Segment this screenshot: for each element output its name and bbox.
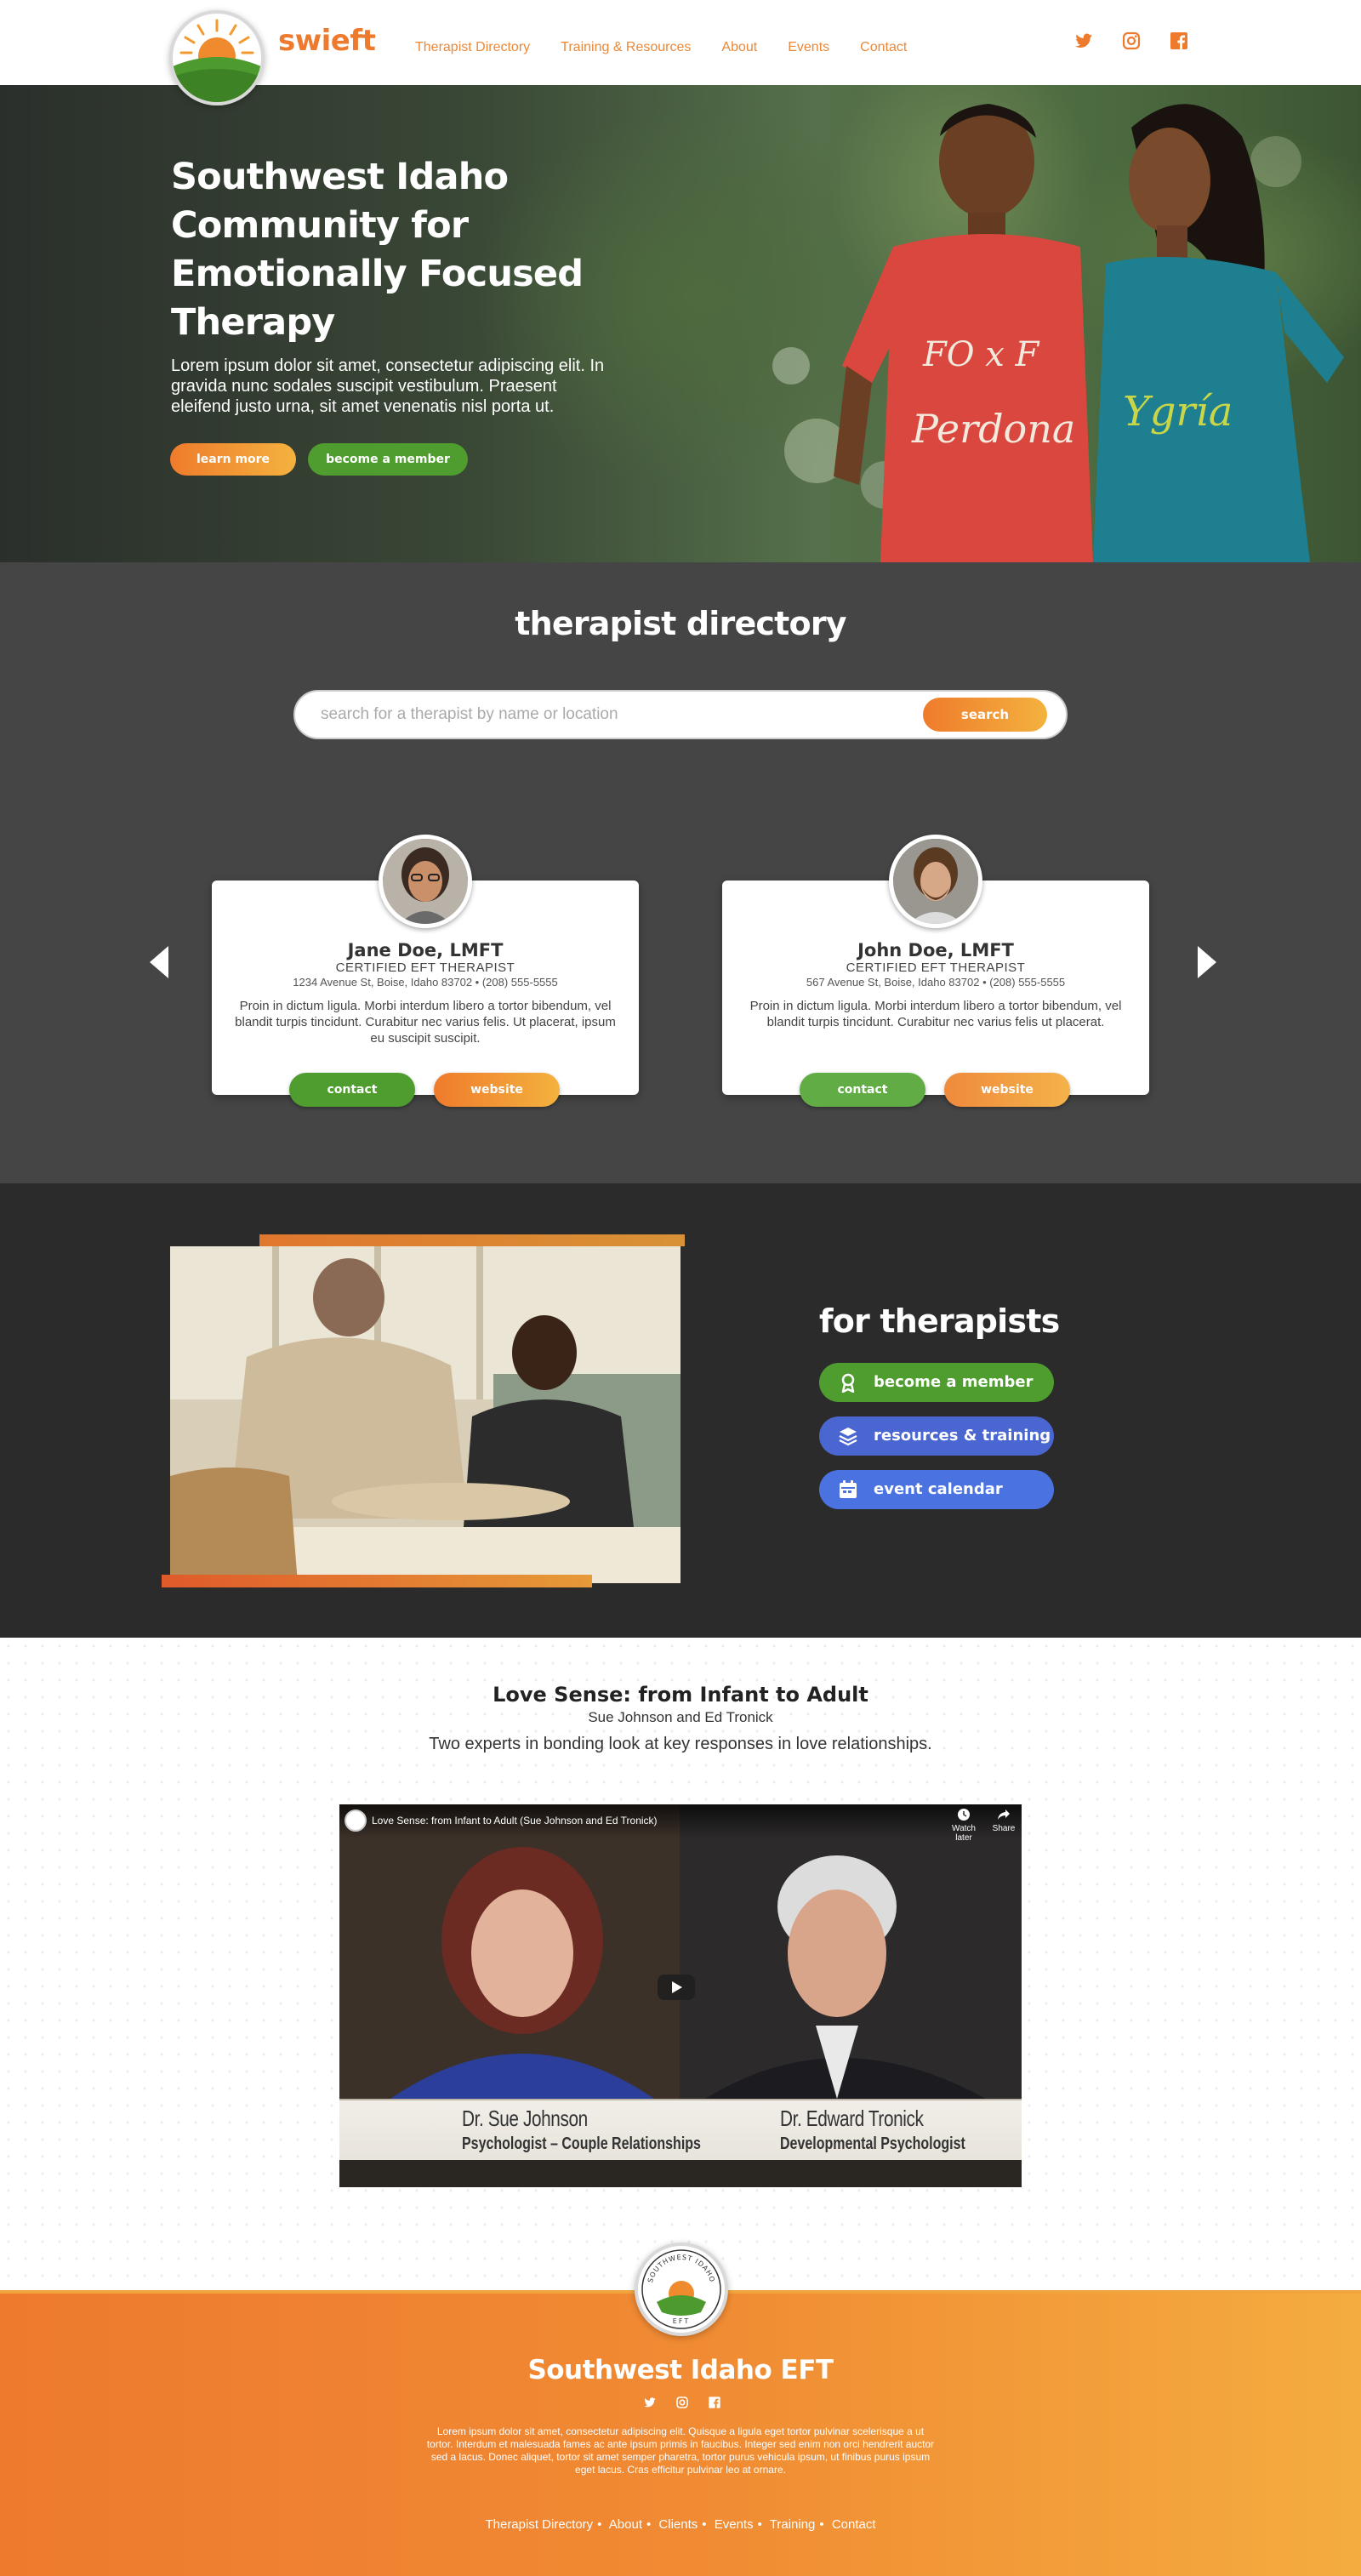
carousel-next-arrow-icon[interactable] — [1189, 941, 1223, 983]
become-member-button[interactable]: become a member — [819, 1363, 1054, 1402]
search-input[interactable] — [321, 692, 908, 738]
video-authors: Sue Johnson and Ed Tronick — [588, 1709, 773, 1725]
footer-text: Lorem ipsum dolor sit amet, consectetur … — [426, 2425, 935, 2476]
facebook-icon[interactable] — [1169, 31, 1191, 53]
footer-nav-contact[interactable]: Contact — [832, 2517, 876, 2532]
decorative-stripe — [162, 1575, 592, 1587]
nav-about[interactable]: About — [721, 40, 757, 55]
therapist-bio: Proin in dictum ligula. Morbi interdum l… — [749, 999, 1122, 1029]
svg-text:Ygría: Ygría — [1123, 388, 1233, 436]
award-ribbon-icon — [838, 1372, 858, 1393]
footer-nav-training[interactable]: Training — [770, 2517, 816, 2532]
website-button[interactable]: website — [944, 1073, 1070, 1107]
share-button[interactable]: Share — [991, 1808, 1016, 1833]
therapist-address: 567 Avenue St, Boise, Idaho 83702 • (208… — [806, 976, 1066, 989]
footer-nav-events[interactable]: Events — [715, 2517, 754, 2532]
therapist-name: Jane Doe, LMFT — [347, 940, 504, 960]
therapist-avatar — [379, 835, 472, 928]
carousel-prev-arrow-icon[interactable] — [143, 941, 177, 983]
for-therapists-section: for therapists become a member resources… — [0, 1183, 1361, 1638]
brand-name[interactable]: swieft — [278, 24, 376, 58]
therapist-name: John Doe, LMFT — [857, 940, 1014, 960]
website-button[interactable]: website — [434, 1073, 560, 1107]
hero-couple-image: FO x F Perdona Ygría — [772, 104, 1344, 562]
footer-nav-about[interactable]: About — [609, 2517, 642, 2532]
footer-title: Southwest Idaho EFT — [527, 2355, 834, 2385]
hero-section: FO x F Perdona Ygría Southwest Idaho Com… — [0, 85, 1361, 562]
calendar-icon — [838, 1479, 858, 1500]
main-nav: Therapist Directory Training & Resources… — [415, 40, 937, 55]
search-button[interactable]: search — [923, 698, 1047, 732]
button-label: event calendar — [874, 1480, 1003, 1498]
therapist-bio: Proin in dictum ligula. Morbi interdum l… — [235, 999, 616, 1046]
caption-right-role: Developmental Psychologist — [780, 2134, 965, 2153]
nav-training-resources[interactable]: Training & Resources — [561, 40, 691, 55]
directory-title: therapist directory — [515, 605, 846, 642]
become-member-button[interactable]: become a member — [308, 443, 468, 476]
therapist-directory-section: therapist directory search Jane Doe, LMF… — [0, 562, 1361, 1183]
hero-title: Southwest Idaho Community for Emotionall… — [171, 156, 584, 344]
caption-left-role: Psychologist – Couple Relationships — [462, 2134, 701, 2153]
contact-button[interactable]: contact — [289, 1073, 415, 1107]
video-player[interactable]: Love Sense: from Infant to Adult (Sue Jo… — [339, 1804, 1022, 2187]
video-lower-third: Dr. Sue Johnson Psychologist – Couple Re… — [339, 2099, 1022, 2160]
therapist-avatar — [889, 835, 982, 928]
footer-logo[interactable]: SOUTHWEST IDAHO EFT — [635, 2243, 728, 2336]
therapy-session-photo — [162, 1234, 689, 1592]
caption-right-name: Dr. Edward Tronick — [780, 2106, 924, 2131]
layers-icon — [838, 1426, 858, 1446]
svg-text:EFT: EFT — [673, 2317, 690, 2325]
contact-button[interactable]: contact — [800, 1073, 925, 1107]
player-title[interactable]: Love Sense: from Infant to Adult (Sue Jo… — [372, 1815, 658, 1827]
watch-later-button[interactable]: Watch later — [943, 1808, 984, 1843]
footer-social — [643, 2396, 721, 2409]
caption-left-name: Dr. Sue Johnson — [462, 2106, 588, 2131]
header-social — [1073, 31, 1191, 53]
share-icon — [998, 1809, 1010, 1820]
twitter-icon[interactable] — [1073, 31, 1096, 53]
instagram-icon[interactable] — [1121, 31, 1143, 53]
play-button-icon[interactable] — [658, 1975, 695, 2000]
svg-text:Perdona: Perdona — [911, 406, 1075, 452]
facebook-icon[interactable] — [708, 2396, 721, 2409]
video-title: Love Sense: from Infant to Adult — [493, 1683, 868, 1707]
for-therapists-title: for therapists — [819, 1302, 1060, 1340]
site-logo[interactable] — [169, 10, 265, 105]
decorative-stripe — [259, 1234, 685, 1246]
clock-icon — [958, 1809, 970, 1821]
therapist-credential: CERTIFIED EFT THERAPIST — [846, 960, 1026, 975]
therapy-photo — [170, 1246, 680, 1583]
svg-text:FO x F: FO x F — [922, 335, 1040, 374]
twitter-icon[interactable] — [643, 2396, 657, 2409]
button-label: resources & training — [874, 1427, 1051, 1445]
nav-contact[interactable]: Contact — [860, 40, 907, 55]
search-bar: search — [293, 690, 1068, 739]
featured-video-section: Love Sense: from Infant to Adult Sue Joh… — [0, 1638, 1361, 2293]
channel-avatar-icon[interactable] — [345, 1809, 367, 1832]
video-top-bar: Love Sense: from Infant to Adult (Sue Jo… — [339, 1804, 1022, 1843]
resources-training-button[interactable]: resources & training — [819, 1416, 1054, 1456]
footer-nav: Therapist Directory • About • Clients • Eve… — [485, 2517, 876, 2532]
hero-text: Lorem ipsum dolor sit amet, consectetur … — [171, 356, 605, 416]
therapist-credential: CERTIFIED EFT THERAPIST — [335, 960, 515, 975]
nav-therapist-directory[interactable]: Therapist Directory — [415, 40, 530, 55]
therapist-address: 1234 Avenue St, Boise, Idaho 83702 • (20… — [293, 976, 558, 989]
nav-events[interactable]: Events — [788, 40, 829, 55]
instagram-icon[interactable] — [675, 2396, 689, 2409]
video-description: Two experts in bonding look at key respo… — [429, 1735, 932, 1753]
learn-more-button[interactable]: learn more — [170, 443, 296, 476]
button-label: become a member — [874, 1373, 1034, 1391]
footer-nav-clients[interactable]: Clients — [658, 2517, 698, 2532]
footer-nav-therapist-directory[interactable]: Therapist Directory — [485, 2517, 593, 2532]
event-calendar-button[interactable]: event calendar — [819, 1470, 1054, 1509]
